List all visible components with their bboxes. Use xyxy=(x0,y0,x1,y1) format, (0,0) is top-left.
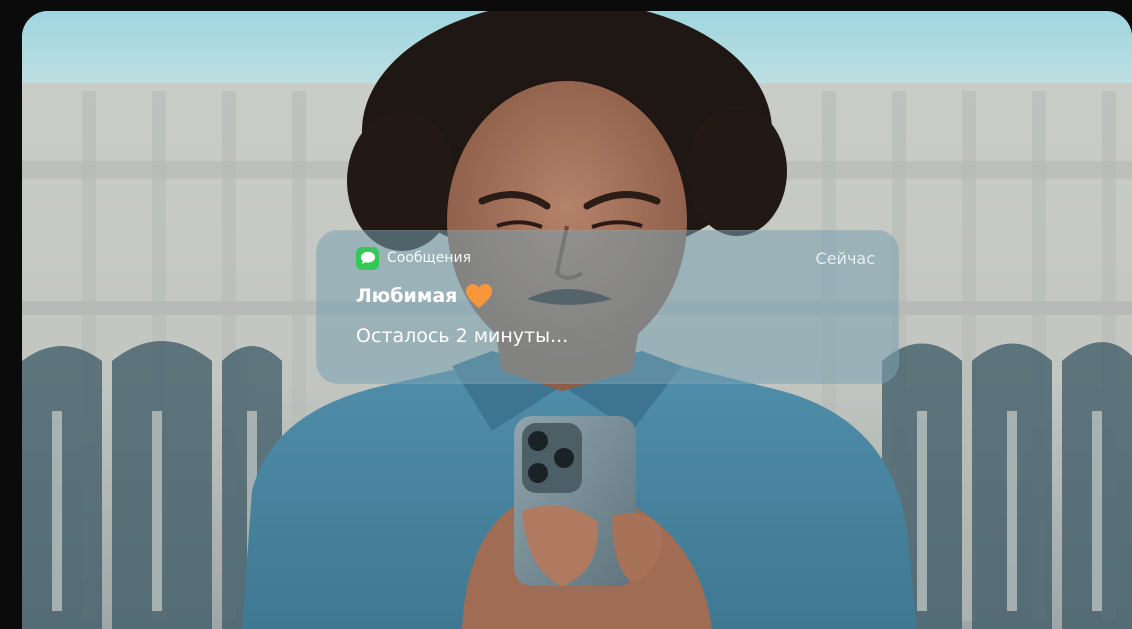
notification-header: Сообщения Сейчас xyxy=(356,246,875,270)
notification-time: Сейчас xyxy=(815,248,875,268)
notification-message: Осталось 2 минуты... xyxy=(356,325,569,347)
notification-sender-row: Любимая xyxy=(356,282,494,310)
message-notification[interactable]: Сообщения Сейчас Любимая Осталось 2 мину… xyxy=(316,230,899,384)
orange-heart-icon xyxy=(466,284,493,308)
notification-sender: Любимая xyxy=(356,285,458,307)
notification-app-name: Сообщения xyxy=(387,250,472,266)
video-frame: Сообщения Сейчас Любимая Осталось 2 мину… xyxy=(22,11,1132,629)
messages-bubble-icon xyxy=(356,246,379,270)
